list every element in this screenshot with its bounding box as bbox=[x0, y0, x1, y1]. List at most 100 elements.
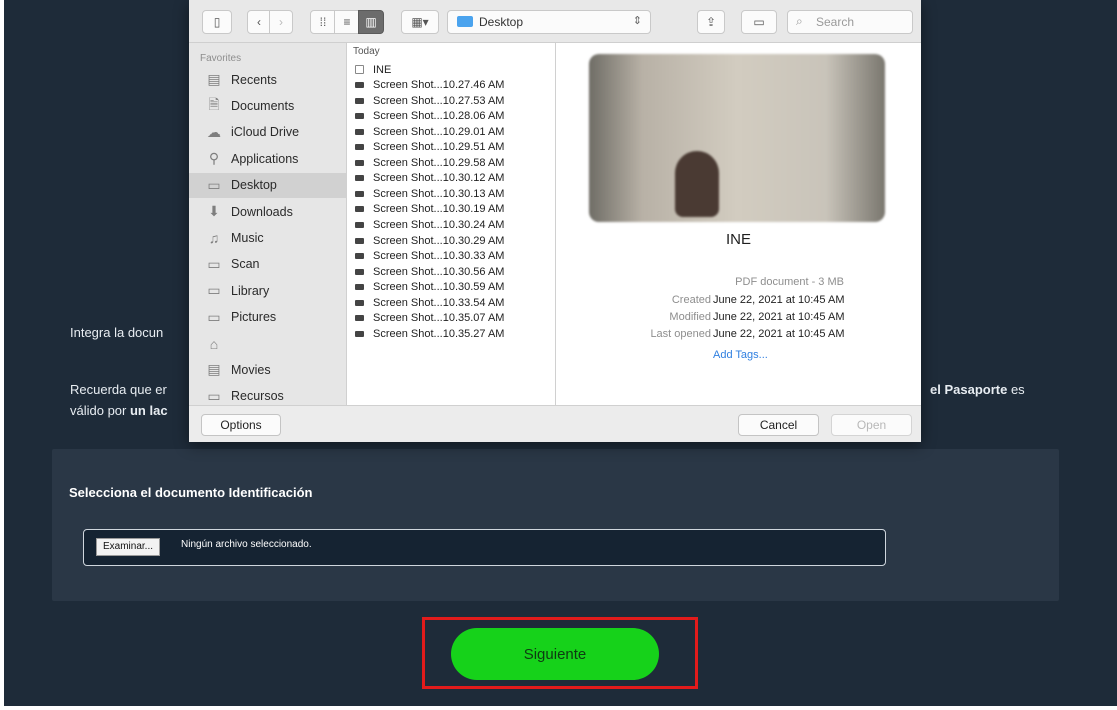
file-name: Screen Shot...10.30.29 AM bbox=[373, 234, 505, 247]
chevron-updown-icon: ⇕ bbox=[632, 15, 642, 27]
file-list[interactable]: Today INE Screen Shot...10.27.46 AM Screen… bbox=[347, 43, 556, 405]
file-list-item[interactable]: Screen Shot...10.35.07 AM bbox=[355, 312, 504, 325]
dialog-bottom-bar: Options Cancel Open bbox=[189, 405, 921, 442]
file-list-item[interactable]: Screen Shot...10.30.29 AM bbox=[355, 234, 504, 247]
folder-icon bbox=[457, 16, 473, 27]
metadata-label: Created bbox=[671, 294, 711, 306]
sidebar-item[interactable]: 🗎 Documents bbox=[195, 93, 345, 118]
options-button[interactable]: Options bbox=[201, 414, 281, 436]
metadata-row: Created June 22, 2021 at 10:45 AM bbox=[556, 294, 921, 308]
file-list-item[interactable]: Screen Shot...10.35.27 AM bbox=[355, 327, 504, 340]
reminder-line2-start: válido por bbox=[70, 403, 130, 418]
sidebar-item-label: Documents bbox=[231, 98, 295, 113]
search-input[interactable]: ⌕ Search bbox=[787, 10, 913, 34]
metadata-value: June 22, 2021 at 10:45 AM bbox=[713, 311, 845, 323]
today-header: Today bbox=[353, 46, 380, 57]
file-list-item[interactable]: Screen Shot...10.29.58 AM bbox=[355, 156, 504, 169]
file-list-item[interactable]: Screen Shot...10.30.56 AM bbox=[355, 265, 504, 278]
dialog-sidebar: Favorites ▤ Recents 🗎 Documents ☁ iCloud Driv… bbox=[189, 43, 347, 405]
highlight-box bbox=[422, 617, 698, 689]
file-name: Screen Shot...10.30.13 AM bbox=[373, 187, 505, 200]
screenshot-file-icon bbox=[355, 330, 364, 337]
sidebar-item[interactable]: ⚲ Applications bbox=[195, 146, 345, 171]
file-list-item[interactable]: INE bbox=[355, 63, 391, 76]
screenshot-file-icon bbox=[355, 159, 364, 166]
reminder-line2-bold: un lac bbox=[129, 403, 168, 418]
file-name: Screen Shot...10.30.19 AM bbox=[373, 203, 505, 216]
file-name: INE bbox=[373, 63, 392, 76]
sidebar-item-label: Desktop bbox=[231, 178, 277, 193]
sidebar-item[interactable]: ☁ iCloud Drive bbox=[195, 120, 345, 145]
file-list-item[interactable]: Screen Shot...10.27.53 AM bbox=[355, 94, 504, 107]
icon-view-button[interactable]: ⁞⁞ bbox=[310, 10, 336, 34]
screenshot-file-icon bbox=[355, 222, 364, 228]
folder-icon: ▭ bbox=[207, 282, 221, 299]
sidebar-item[interactable]: ⌂ bbox=[195, 331, 345, 356]
sidebar-item[interactable]: ▭ Scan bbox=[195, 252, 345, 277]
file-name: Screen Shot...10.30.24 AM bbox=[373, 219, 505, 231]
screenshot-file-icon bbox=[355, 315, 364, 322]
desktop-icon: ▭ bbox=[207, 176, 221, 193]
file-list-item[interactable]: Screen Shot...10.28.06 AM bbox=[355, 110, 504, 123]
file-list-item[interactable]: Screen Shot...10.30.33 AM bbox=[355, 250, 504, 263]
file-list-item[interactable]: Screen Shot...10.29.51 AM bbox=[355, 141, 504, 154]
forward-button[interactable]: › bbox=[269, 10, 293, 34]
documents-icon: 🗎 bbox=[208, 95, 220, 112]
sidebar-item[interactable]: ▭ Library bbox=[195, 278, 345, 303]
file-list-item[interactable]: Screen Shot...10.30.24 AM bbox=[355, 219, 504, 232]
gallery-icon: ▦▾ bbox=[411, 15, 429, 29]
home-icon: ⌂ bbox=[209, 335, 219, 352]
screenshot-file-icon bbox=[355, 82, 364, 89]
file-list-item[interactable]: Screen Shot...10.30.12 AM bbox=[355, 172, 504, 185]
sidebar-toggle-button[interactable]: ▯ bbox=[202, 10, 232, 34]
share-button[interactable]: ⇪ bbox=[697, 10, 725, 34]
applications-icon: ⚲ bbox=[208, 150, 220, 167]
photo-face bbox=[675, 151, 719, 217]
file-open-dialog: ▯ ‹ › ⁞⁞ ≡ ▥ ▦▾ Desktop ⇕ ⇪ ▭ ⌕ Search F… bbox=[189, 0, 921, 442]
sidebar-item[interactable]: ⬇ Downloads bbox=[195, 199, 345, 224]
list-view-button[interactable]: ≡ bbox=[334, 10, 360, 34]
file-list-item[interactable]: Screen Shot...10.30.19 AM bbox=[355, 203, 504, 216]
column-view-button[interactable]: ▥ bbox=[358, 10, 384, 34]
back-button[interactable]: ‹ bbox=[247, 10, 271, 34]
tag-button[interactable]: ▭ bbox=[741, 10, 777, 34]
columns-icon: ▥ bbox=[365, 15, 377, 29]
file-list-item[interactable]: Screen Shot...10.29.01 AM bbox=[355, 125, 504, 138]
browse-button[interactable]: Examinar... bbox=[96, 538, 161, 556]
screenshot-file-icon bbox=[355, 206, 364, 213]
open-button[interactable]: Open bbox=[831, 414, 912, 436]
file-list-item[interactable]: Screen Shot...10.30.13 AM bbox=[355, 187, 504, 200]
sidebar-item[interactable]: ▭ Pictures bbox=[195, 305, 345, 330]
chevron-left-icon: ‹ bbox=[257, 15, 261, 29]
sidebar-item[interactable]: ♫ Music bbox=[195, 225, 345, 250]
gallery-view-button[interactable]: ▦▾ bbox=[401, 10, 439, 34]
screenshot-file-icon bbox=[355, 175, 364, 182]
preview-kind: PDF document - 3 MB bbox=[735, 276, 844, 288]
file-list-item[interactable]: Screen Shot...10.27.46 AM bbox=[355, 79, 504, 92]
upload-title: Selecciona el documento Identificación bbox=[69, 485, 313, 500]
search-placeholder: Search bbox=[816, 15, 855, 29]
favorites-label: Favorites bbox=[200, 53, 242, 64]
file-list-item[interactable]: Screen Shot...10.30.59 AM bbox=[355, 281, 504, 294]
cancel-button[interactable]: Cancel bbox=[738, 414, 819, 436]
file-input-field[interactable]: Examinar... Ningún archivo seleccionado. bbox=[83, 529, 886, 566]
sidebar-item[interactable]: ▤ Recents bbox=[195, 67, 345, 92]
sidebar-item[interactable]: ▤ Movies bbox=[195, 357, 345, 382]
screenshot-file-icon bbox=[355, 113, 364, 120]
metadata-value: June 22, 2021 at 10:45 AM bbox=[713, 294, 845, 306]
sidebar-item[interactable]: ▭ Desktop bbox=[189, 172, 346, 198]
sidebar-item-label: Library bbox=[231, 283, 270, 298]
file-name: Screen Shot...10.30.12 AM bbox=[373, 172, 505, 185]
file-list-item[interactable]: Screen Shot...10.33.54 AM bbox=[355, 296, 504, 309]
location-select[interactable]: Desktop ⇕ bbox=[447, 10, 651, 34]
reminder-text-end: el Pasaporte es bbox=[930, 382, 1025, 397]
folder-icon: ▭ bbox=[207, 387, 221, 404]
screenshot-file-icon bbox=[355, 237, 364, 244]
upload-panel: Selecciona el documento Identificación E… bbox=[52, 449, 1059, 601]
add-tags-link[interactable]: Add Tags... bbox=[713, 349, 768, 361]
music-icon: ♫ bbox=[208, 229, 220, 246]
file-name: Screen Shot...10.27.46 AM bbox=[373, 79, 505, 92]
intro-text: Integra la docun bbox=[70, 325, 164, 340]
list-icon: ≡ bbox=[343, 15, 351, 29]
dialog-toolbar: ▯ ‹ › ⁞⁞ ≡ ▥ ▦▾ Desktop ⇕ ⇪ ▭ ⌕ Search bbox=[189, 0, 921, 43]
